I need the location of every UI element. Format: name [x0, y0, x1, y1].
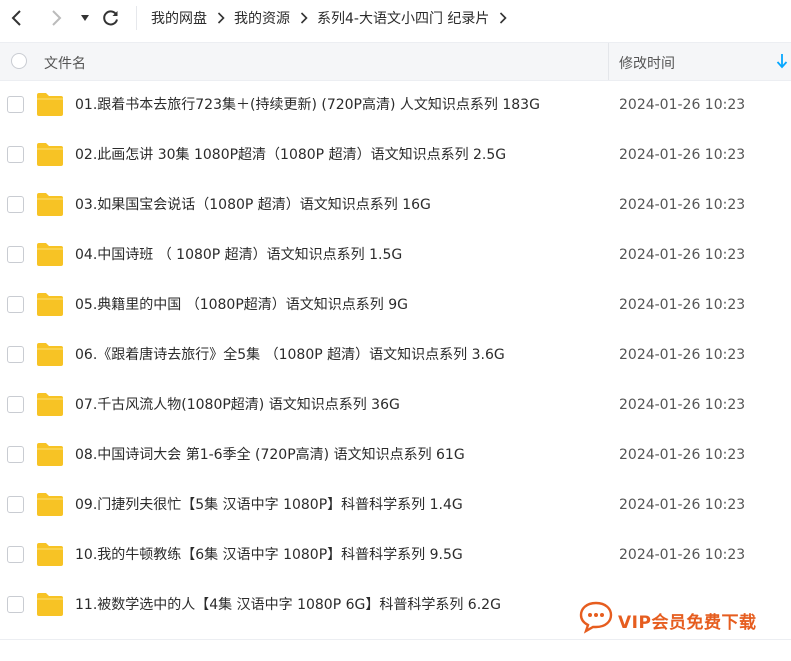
chevron-right-icon	[300, 12, 308, 24]
select-all-checkbox[interactable]	[11, 53, 27, 69]
file-name[interactable]: 01.跟着书本去旅行723集＋(持续更新) (720P高清) 人文知识点系列 1…	[75, 80, 540, 130]
folder-icon	[37, 493, 63, 516]
file-row[interactable]: 09.门捷列夫很忙【5集 汉语中字 1080P】科普科学系列 1.4G 2024…	[0, 480, 791, 530]
refresh-icon	[103, 10, 118, 26]
file-name[interactable]: 11.被数学选中的人【4集 汉语中字 1080P 6G】科普科学系列 6.2G	[75, 580, 501, 630]
modified-time: 2024-01-26 10:23	[619, 547, 746, 563]
folder-icon	[37, 393, 63, 416]
folder-icon	[37, 143, 63, 166]
sort-descending-icon[interactable]	[776, 53, 788, 69]
modified-time: 2024-01-26 10:23	[619, 347, 746, 363]
row-checkbox[interactable]	[7, 596, 24, 613]
folder-icon	[37, 443, 63, 466]
file-row[interactable]: 07.千古风流人物(1080P超清) 语文知识点系列 36G 2024-01-2…	[0, 380, 791, 430]
file-list-header: 文件名 修改时间	[0, 42, 791, 81]
column-divider[interactable]	[608, 43, 609, 80]
folder-icon	[37, 243, 63, 266]
folder-icon	[37, 543, 63, 566]
forward-arrow-icon	[52, 10, 62, 26]
row-checkbox[interactable]	[7, 146, 24, 163]
refresh-button[interactable]	[99, 6, 123, 30]
chat-bubble-icon	[579, 601, 613, 634]
file-name[interactable]: 09.门捷列夫很忙【5集 汉语中字 1080P】科普科学系列 1.4G	[75, 480, 463, 530]
row-checkbox[interactable]	[7, 196, 24, 213]
modified-time: 2024-01-26 10:23	[619, 147, 746, 163]
file-row[interactable]: 10.我的牛顿教练【6集 汉语中字 1080P】科普科学系列 9.5G 2024…	[0, 530, 791, 580]
row-checkbox[interactable]	[7, 396, 24, 413]
nav-divider	[136, 6, 137, 30]
file-row[interactable]: 03.如果国宝会说话（1080P 超清）语文知识点系列 16G 2024-01-…	[0, 180, 791, 230]
file-row[interactable]: 01.跟着书本去旅行723集＋(持续更新) (720P高清) 人文知识点系列 1…	[0, 80, 791, 130]
back-button[interactable]	[5, 6, 29, 30]
row-checkbox[interactable]	[7, 546, 24, 563]
file-row[interactable]: 04.中国诗班 （ 1080P 超清）语文知识点系列 1.5G 2024-01-…	[0, 230, 791, 280]
navigation-bar: 我的网盘 我的资源 系列4-大语文小四门 纪录片	[0, 0, 791, 36]
list-bottom-border	[0, 639, 791, 640]
modified-time: 2024-01-26 10:23	[619, 497, 746, 513]
row-checkbox[interactable]	[7, 246, 24, 263]
column-header-name[interactable]: 文件名	[44, 53, 86, 73]
modified-time: 2024-01-26 10:23	[619, 297, 746, 313]
file-name[interactable]: 07.千古风流人物(1080P超清) 语文知识点系列 36G	[75, 380, 400, 430]
history-dropdown-button[interactable]	[73, 6, 97, 30]
row-checkbox[interactable]	[7, 446, 24, 463]
modified-time: 2024-01-26 10:23	[619, 97, 746, 113]
file-name[interactable]: 10.我的牛顿教练【6集 汉语中字 1080P】科普科学系列 9.5G	[75, 530, 463, 580]
file-name[interactable]: 05.典籍里的中国 （1080P超清）语文知识点系列 9G	[75, 280, 408, 330]
file-name[interactable]: 03.如果国宝会说话（1080P 超清）语文知识点系列 16G	[75, 180, 431, 230]
row-checkbox[interactable]	[7, 496, 24, 513]
row-checkbox[interactable]	[7, 296, 24, 313]
folder-icon	[37, 193, 63, 216]
file-name[interactable]: 04.中国诗班 （ 1080P 超清）语文知识点系列 1.5G	[75, 230, 402, 280]
file-row[interactable]: 05.典籍里的中国 （1080P超清）语文知识点系列 9G 2024-01-26…	[0, 280, 791, 330]
breadcrumb: 我的网盘 我的资源 系列4-大语文小四门 纪录片	[151, 0, 516, 36]
file-row[interactable]: 02.此画怎讲 30集 1080P超清（1080P 超清）语文知识点系列 2.5…	[0, 130, 791, 180]
vip-watermark: VIP会员免费下载	[578, 600, 783, 636]
file-name[interactable]: 06.《跟着唐诗去旅行》全5集 （1080P 超清）语文知识点系列 3.6G	[75, 330, 505, 380]
folder-icon	[37, 293, 63, 316]
breadcrumb-item[interactable]: 我的网盘	[151, 8, 207, 28]
watermark-text: VIP会员免费下载	[618, 613, 757, 633]
modified-time: 2024-01-26 10:23	[619, 397, 746, 413]
modified-time: 2024-01-26 10:23	[619, 447, 746, 463]
column-header-modified[interactable]: 修改时间	[619, 53, 675, 73]
folder-icon	[37, 593, 63, 616]
modified-time: 2024-01-26 10:23	[619, 197, 746, 213]
modified-time: 2024-01-26 10:23	[619, 247, 746, 263]
back-arrow-icon	[11, 10, 21, 26]
caret-down-icon	[81, 15, 89, 21]
chevron-right-icon	[217, 12, 225, 24]
row-checkbox[interactable]	[7, 96, 24, 113]
forward-button[interactable]	[44, 6, 68, 30]
chevron-right-icon	[499, 12, 508, 24]
file-name[interactable]: 08.中国诗词大会 第1-6季全 (720P高清) 语文知识点系列 61G	[75, 430, 465, 480]
file-row[interactable]: 08.中国诗词大会 第1-6季全 (720P高清) 语文知识点系列 61G 20…	[0, 430, 791, 480]
folder-icon	[37, 343, 63, 366]
breadcrumb-item[interactable]: 我的资源	[234, 8, 290, 28]
row-checkbox[interactable]	[7, 346, 24, 363]
breadcrumb-current[interactable]: 系列4-大语文小四门 纪录片	[317, 8, 489, 28]
folder-icon	[37, 93, 63, 116]
file-name[interactable]: 02.此画怎讲 30集 1080P超清（1080P 超清）语文知识点系列 2.5…	[75, 130, 506, 180]
file-row[interactable]: 06.《跟着唐诗去旅行》全5集 （1080P 超清）语文知识点系列 3.6G 2…	[0, 330, 791, 380]
